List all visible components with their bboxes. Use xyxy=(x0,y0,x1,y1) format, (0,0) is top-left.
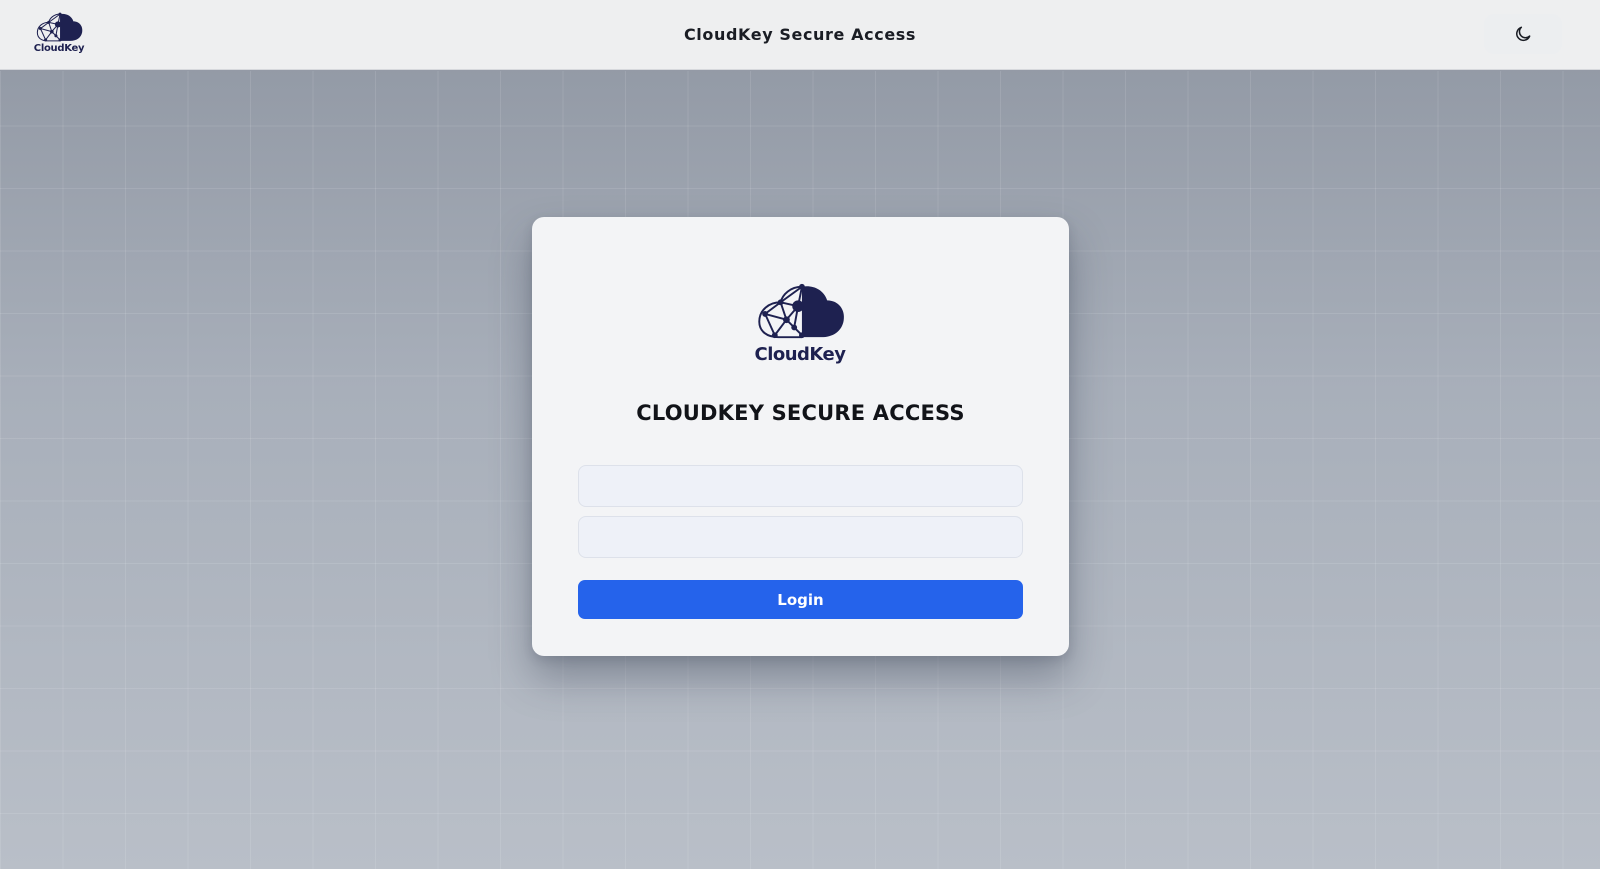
card-logo-text: CloudKey xyxy=(754,344,846,365)
moon-icon xyxy=(1516,26,1531,42)
username-input[interactable] xyxy=(578,465,1023,507)
card-logo: CloudKey xyxy=(750,279,850,371)
header-logo-text: CloudKey xyxy=(33,43,85,54)
theme-toggle-button[interactable] xyxy=(1484,14,1562,54)
cloudkey-logo-icon xyxy=(36,12,83,42)
page-title: CloudKey Secure Access xyxy=(683,25,917,44)
cloudkey-logo-icon xyxy=(758,283,844,339)
header-logo[interactable]: CloudKey xyxy=(32,10,86,60)
login-button[interactable]: Login xyxy=(578,580,1023,619)
login-card: CloudKey CLOUDKEY SECURE ACCESS Login xyxy=(532,217,1069,656)
top-bar: CloudKey CloudKey Secure Access xyxy=(0,0,1600,70)
password-input[interactable] xyxy=(578,516,1023,558)
login-title: CLOUDKEY SECURE ACCESS xyxy=(636,401,965,425)
